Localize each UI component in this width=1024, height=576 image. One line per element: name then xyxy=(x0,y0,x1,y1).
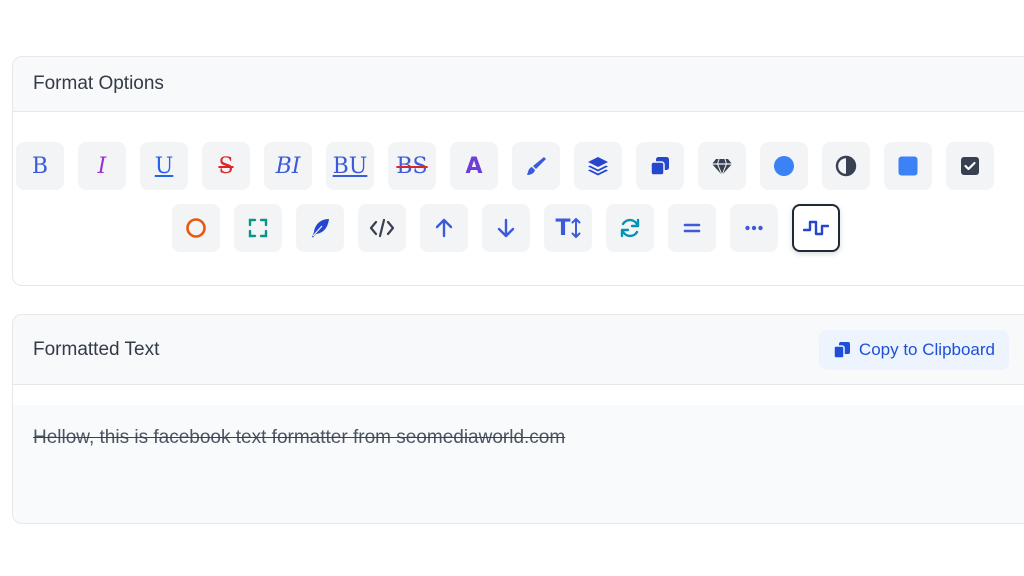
copy-icon xyxy=(650,157,669,176)
refresh-button[interactable] xyxy=(606,204,654,252)
bold-italic-button[interactable]: BI xyxy=(264,142,312,190)
frame-button[interactable] xyxy=(234,204,282,252)
formatted-text-content: Hellow, this is facebook text formatter … xyxy=(33,427,566,448)
equals-icon xyxy=(683,223,701,233)
copy-to-clipboard-label: Copy to Clipboard xyxy=(858,339,995,359)
wave-button[interactable] xyxy=(792,204,840,252)
italic-button[interactable]: I xyxy=(78,142,126,190)
dots-icon xyxy=(745,225,763,231)
italic-label: I xyxy=(97,153,107,179)
circle-button[interactable] xyxy=(760,142,808,190)
font-style-label: A xyxy=(465,153,483,179)
strikethrough-label: S xyxy=(218,153,234,179)
ring-button[interactable] xyxy=(172,204,220,252)
font-style-button[interactable]: A xyxy=(450,142,498,190)
ring-icon xyxy=(186,218,206,238)
text-height-label: T xyxy=(555,215,571,241)
refresh-icon xyxy=(620,218,640,238)
code-button[interactable] xyxy=(358,204,406,252)
arrow-down-icon xyxy=(497,218,515,238)
copy-button[interactable] xyxy=(636,142,684,190)
bold-italic-label: BI xyxy=(275,153,301,179)
gem-icon xyxy=(712,158,732,177)
bold-strikethrough-button[interactable]: BS xyxy=(388,142,436,190)
layers-icon xyxy=(588,157,608,176)
gem-button[interactable] xyxy=(698,142,746,190)
formatted-text-panel: Formatted Text Copy to Clipboard Hellow,… xyxy=(12,314,1024,524)
brush-icon xyxy=(527,157,546,175)
strikethrough-button[interactable]: S xyxy=(202,142,250,190)
bold-strikethrough-label: BS xyxy=(396,153,428,179)
formatted-text-header: Formatted Text Copy to Clipboard xyxy=(13,315,1024,385)
arrow-up-button[interactable] xyxy=(420,204,468,252)
feather-icon xyxy=(312,219,329,238)
bold-underline-label: BU xyxy=(332,153,368,179)
circle-icon xyxy=(774,156,794,176)
arrow-up-icon xyxy=(435,218,453,238)
square-icon xyxy=(898,156,918,176)
copy-to-clipboard-button[interactable]: Copy to Clipboard xyxy=(818,329,1009,370)
format-buttons-row-1: B I U S BI BU BS A xyxy=(16,142,994,190)
bold-underline-button[interactable]: BU xyxy=(326,142,374,190)
copy-clipboard-icon xyxy=(833,341,850,359)
formatted-text-title: Formatted Text xyxy=(33,338,160,360)
formatted-text-output[interactable]: Hellow, this is facebook text formatter … xyxy=(13,405,1024,523)
wave-icon xyxy=(803,220,829,236)
contrast-icon xyxy=(835,155,857,177)
square-button[interactable] xyxy=(884,142,932,190)
text-height-arrows-icon xyxy=(571,218,580,238)
bold-button[interactable]: B xyxy=(16,142,64,190)
bold-label: B xyxy=(31,153,49,179)
format-options-header: Format Options xyxy=(13,57,1024,112)
feather-button[interactable] xyxy=(296,204,344,252)
layers-button[interactable] xyxy=(574,142,622,190)
more-button[interactable] xyxy=(730,204,778,252)
underline-button[interactable]: U xyxy=(140,142,188,190)
format-buttons-row-2: T xyxy=(172,204,840,252)
underline-label: U xyxy=(154,153,174,179)
checkbox-button[interactable] xyxy=(946,142,994,190)
frame-icon xyxy=(248,218,268,238)
format-options-title: Format Options xyxy=(33,73,164,94)
contrast-button[interactable] xyxy=(822,142,870,190)
checkbox-icon xyxy=(961,157,979,175)
brush-button[interactable] xyxy=(512,142,560,190)
equals-button[interactable] xyxy=(668,204,716,252)
arrow-down-button[interactable] xyxy=(482,204,530,252)
code-icon xyxy=(369,218,395,238)
text-height-button[interactable]: T xyxy=(544,204,592,252)
